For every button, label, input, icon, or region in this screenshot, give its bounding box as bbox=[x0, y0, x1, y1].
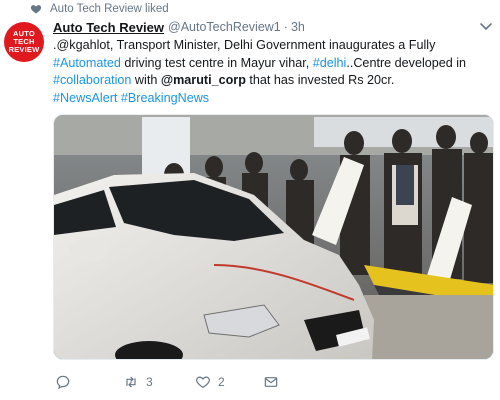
tweet-text-part: driving test centre in Mayur vihar, bbox=[120, 55, 313, 70]
like-button[interactable]: 2 bbox=[195, 374, 225, 390]
envelope-icon bbox=[264, 377, 278, 387]
tweet-text: .@kgahlot, Transport Minister, Delhi Gov… bbox=[53, 37, 495, 107]
mention-link[interactable]: @maruti_corp bbox=[161, 73, 246, 87]
tweet-actions: 3 2 bbox=[53, 371, 493, 393]
direct-message-button[interactable] bbox=[263, 374, 279, 390]
tweet-timestamp[interactable]: 3h bbox=[291, 20, 305, 34]
tweet-text-part: that has invested Rs 20cr. bbox=[245, 73, 395, 87]
tweet-text-part: .@kgahlot, Transport Minister, Delhi Gov… bbox=[53, 38, 436, 52]
hashtag-link[interactable]: #collaboration bbox=[53, 73, 131, 87]
photo-car-inauguration-icon bbox=[54, 115, 493, 359]
retweet-button[interactable]: 3 bbox=[123, 374, 153, 390]
avatar-logo-line3: REVIEW bbox=[8, 45, 40, 54]
reply-button[interactable] bbox=[55, 374, 71, 390]
like-count: 2 bbox=[218, 375, 225, 389]
hashtag-link[interactable]: #delhi bbox=[313, 56, 347, 70]
hashtag-link[interactable]: #BreakingNews bbox=[121, 91, 209, 105]
liked-text[interactable]: Auto Tech Review liked bbox=[50, 3, 169, 15]
display-name[interactable]: Auto Tech Review bbox=[53, 20, 164, 35]
reply-icon bbox=[56, 375, 70, 390]
hashtag-link[interactable]: #NewsAlert bbox=[53, 91, 117, 105]
tweet-photo[interactable] bbox=[53, 114, 494, 360]
like-heart-icon bbox=[196, 376, 210, 389]
heart-icon bbox=[30, 5, 42, 14]
handle[interactable]: @AutoTechReview1 bbox=[168, 20, 281, 34]
hashtag-link[interactable]: #Automated bbox=[53, 56, 121, 70]
tweet-text-part: ..Centre developed in bbox=[346, 55, 467, 70]
retweet-icon bbox=[126, 376, 136, 388]
retweet-count: 3 bbox=[146, 375, 153, 389]
chevron-down-icon[interactable] bbox=[480, 22, 492, 32]
tweet-text-part: with bbox=[131, 73, 161, 87]
avatar[interactable]: AUTO TECH REVIEW bbox=[4, 22, 44, 62]
separator-dot: · bbox=[283, 20, 288, 34]
liked-by-context: Auto Tech Review liked bbox=[30, 1, 169, 17]
tweet-header: Auto Tech Review @AutoTechReview1 · 3h bbox=[53, 18, 305, 36]
